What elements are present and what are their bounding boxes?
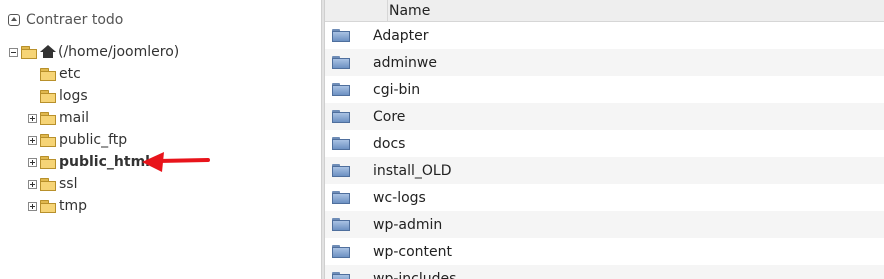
tree-item-label: public_html	[59, 154, 150, 170]
folder-icon	[332, 164, 350, 177]
folder-icon	[40, 156, 56, 169]
expand-toggle-icon[interactable]	[28, 201, 37, 211]
tree-item-ssl[interactable]: ssl	[28, 174, 77, 194]
table-row[interactable]: docs	[325, 130, 884, 157]
file-name: cgi-bin	[373, 81, 421, 98]
tree-item-label: logs	[59, 88, 88, 104]
folder-icon	[332, 29, 350, 42]
collapse-icon	[8, 14, 20, 26]
expand-toggle-icon[interactable]	[28, 113, 37, 123]
tree-item-label: mail	[59, 110, 89, 126]
annotation-arrow-icon	[142, 152, 210, 172]
file-list: Name Adapter adminwe cgi-bin Core docs i…	[325, 0, 884, 279]
directory-tree: Contraer todo (/home/joomlero) etc logs …	[0, 0, 320, 279]
folder-icon	[332, 137, 350, 150]
collapse-toggle-icon[interactable]	[9, 47, 18, 57]
tree-item-label: tmp	[59, 198, 88, 214]
expand-toggle-icon[interactable]	[28, 135, 37, 145]
folder-icon	[40, 200, 56, 213]
file-name: wp-admin	[373, 216, 443, 233]
file-name: Adapter	[373, 27, 429, 44]
table-row[interactable]: wc-logs	[325, 184, 884, 211]
folder-icon	[332, 272, 350, 279]
table-row[interactable]: Adapter	[325, 22, 884, 49]
tree-item-label: public_ftp	[59, 132, 128, 148]
tree-item-etc[interactable]: etc	[28, 64, 81, 84]
icon-column-header	[325, 0, 388, 21]
folder-icon	[40, 178, 56, 191]
folder-icon	[332, 56, 350, 69]
table-row[interactable]: wp-includes	[325, 265, 884, 279]
collapse-all-label: Contraer todo	[26, 12, 124, 28]
table-row[interactable]: cgi-bin	[325, 76, 884, 103]
file-name: wp-content	[373, 243, 452, 260]
file-name: docs	[373, 135, 406, 152]
file-list-header: Name	[325, 0, 884, 22]
tree-item-public-ftp[interactable]: public_ftp	[28, 130, 127, 150]
name-column-header[interactable]: Name	[388, 3, 430, 19]
file-name: install_OLD	[373, 162, 452, 179]
folder-icon	[332, 191, 350, 204]
folder-icon	[40, 134, 56, 147]
tree-item-tmp[interactable]: tmp	[28, 196, 87, 216]
expand-toggle-icon[interactable]	[28, 157, 37, 167]
table-row[interactable]: wp-content	[325, 238, 884, 265]
home-icon	[40, 45, 56, 59]
file-rows: Adapter adminwe cgi-bin Core docs instal…	[325, 22, 884, 279]
table-row[interactable]: adminwe	[325, 49, 884, 76]
folder-icon	[40, 112, 56, 125]
tree-item-label: etc	[59, 66, 81, 82]
tree-item-label: ssl	[59, 176, 78, 192]
folder-icon	[332, 83, 350, 96]
tree-item-mail[interactable]: mail	[28, 108, 89, 128]
folder-open-icon	[21, 46, 37, 59]
table-row[interactable]: Core	[325, 103, 884, 130]
table-row[interactable]: install_OLD	[325, 157, 884, 184]
folder-icon	[40, 90, 56, 103]
folder-icon	[332, 110, 350, 123]
file-name: Core	[373, 108, 406, 125]
file-name: wp-includes	[373, 270, 457, 279]
tree-item-public-html[interactable]: public_html	[28, 152, 150, 172]
folder-icon	[332, 218, 350, 231]
file-name: adminwe	[373, 54, 437, 71]
table-row[interactable]: wp-admin	[325, 211, 884, 238]
file-name: wc-logs	[373, 189, 426, 206]
tree-root-label: (/home/joomlero)	[58, 44, 180, 60]
folder-icon	[332, 245, 350, 258]
folder-icon	[40, 68, 56, 81]
tree-root[interactable]: (/home/joomlero)	[9, 42, 179, 62]
expand-toggle-icon[interactable]	[28, 179, 37, 189]
collapse-all-button[interactable]: Contraer todo	[8, 11, 123, 29]
tree-item-logs[interactable]: logs	[28, 86, 88, 106]
